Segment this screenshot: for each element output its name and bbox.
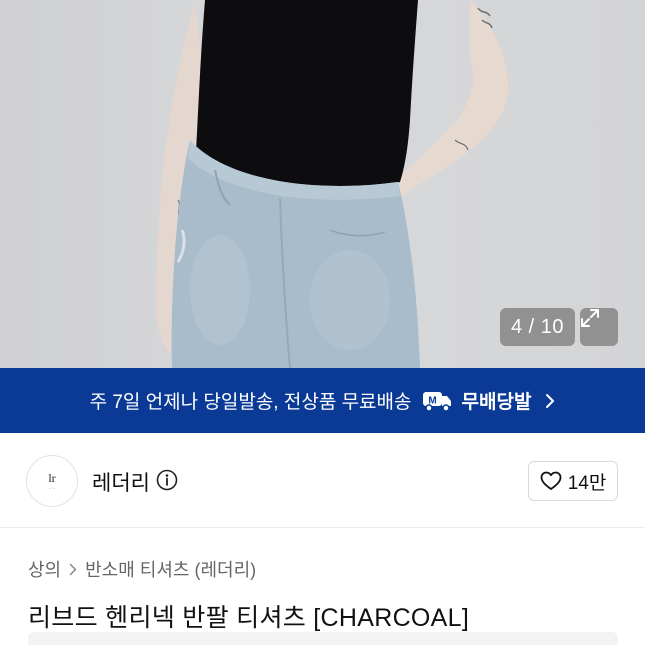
banner-text: 주 7일 언제나 당일발송, 전상품 무료배송 (89, 392, 412, 413)
breadcrumb-item-category[interactable]: 상의 (28, 556, 61, 582)
brand-logo-dots: ····· (48, 485, 56, 491)
banner-badge-label: 무배당발 (461, 392, 532, 413)
next-section-edge (28, 632, 618, 645)
expand-button[interactable] (580, 308, 618, 346)
chevron-right-icon (545, 393, 555, 409)
breadcrumb-item-subcategory[interactable]: 반소매 티셔츠 (레더리) (85, 556, 256, 582)
expand-icon (581, 309, 599, 327)
free-shipping-banner[interactable]: 주 7일 언제나 당일발송, 전상품 무료배송 M 무배당발 (0, 368, 645, 433)
like-count: 14만 (567, 472, 607, 494)
info-icon[interactable] (156, 469, 178, 496)
brand-logo-mark: lr (48, 470, 56, 485)
product-title: 리브드 헨리넥 반팔 티셔츠 [CHARCOAL] (28, 604, 470, 632)
image-counter: 4 / 10 (500, 308, 575, 346)
like-button[interactable]: 14만 (528, 461, 618, 501)
heart-icon (540, 471, 562, 490)
brand-logo[interactable]: lr ····· (26, 455, 78, 507)
chevron-right-icon (69, 563, 77, 576)
truck-m-icon: M (422, 390, 452, 412)
brand-name[interactable]: 레더리 (92, 467, 150, 497)
brand-row: lr ····· 레더리 14만 (0, 433, 645, 528)
product-image[interactable]: 4 / 10 (0, 0, 645, 368)
breadcrumb: 상의 반소매 티셔츠 (레더리) (28, 556, 256, 582)
